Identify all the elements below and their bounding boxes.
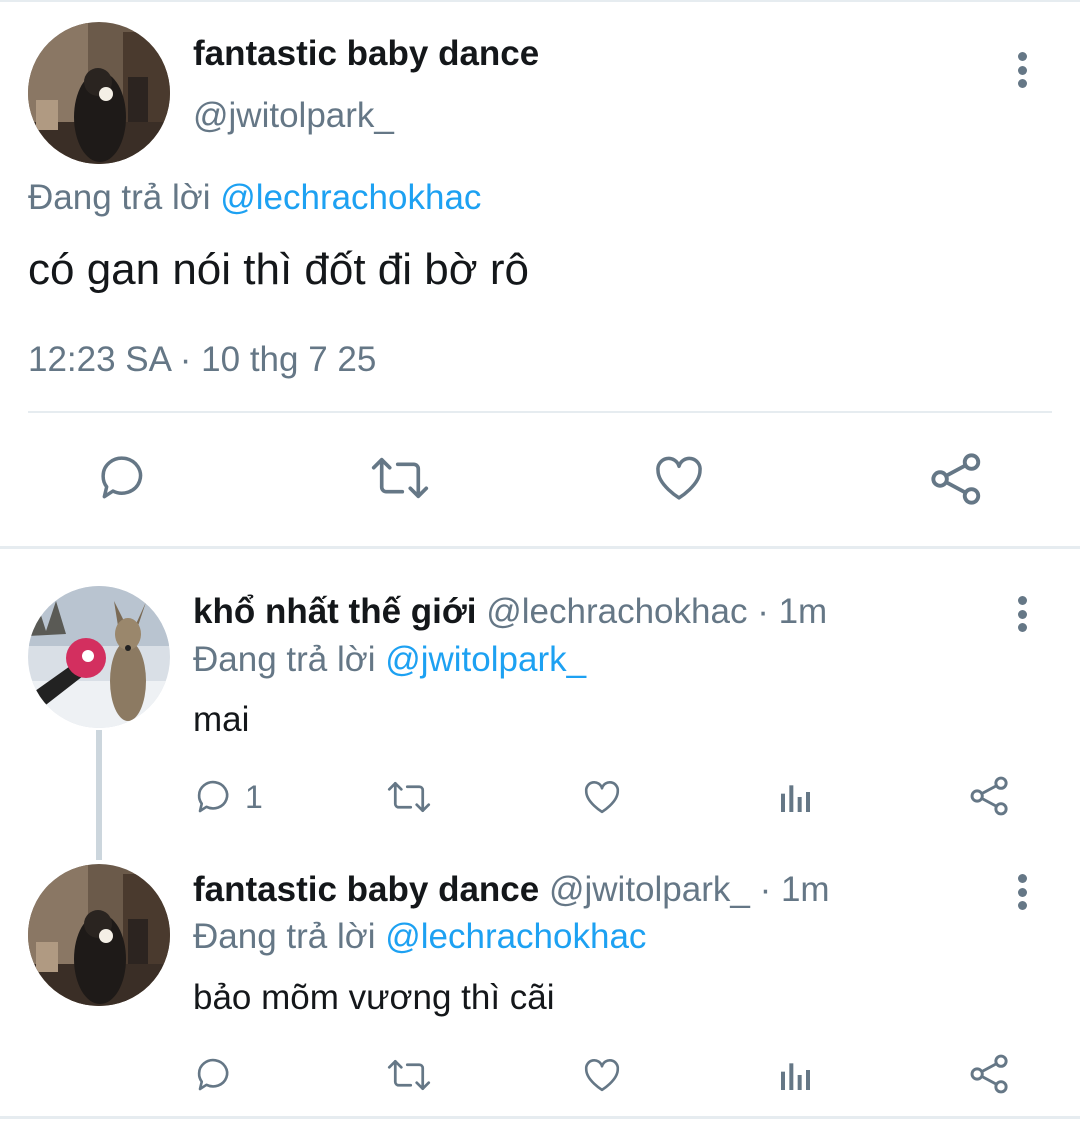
share-button[interactable]	[928, 450, 986, 508]
reply-button[interactable]	[193, 1054, 245, 1096]
main-tweet: fantastic baby dance @jwitolpark_ Đang t…	[0, 0, 1080, 548]
display-name[interactable]: fantastic baby dance	[193, 870, 539, 909]
separator-dot: ·	[757, 592, 769, 631]
replying-prefix: Đang trả lời	[193, 917, 376, 956]
replying-to-line: Đang trả lời @lechrachokhac	[193, 917, 646, 957]
time-ago[interactable]: 1m	[781, 870, 830, 909]
replying-to-mention[interactable]: @jwitolpark_	[385, 640, 586, 679]
like-button[interactable]	[650, 450, 708, 506]
reply-header: fantastic baby dance @jwitolpark_ · 1m	[193, 870, 830, 910]
views-button[interactable]	[776, 1054, 816, 1096]
tweet-timestamp[interactable]: 12:23 SA · 10 thg 7 25	[28, 340, 376, 380]
views-button[interactable]	[776, 776, 816, 818]
retweet-button[interactable]	[385, 776, 433, 818]
display-name[interactable]: fantastic baby dance	[193, 34, 539, 74]
avatar[interactable]	[28, 586, 170, 728]
avatar[interactable]	[28, 22, 170, 164]
replying-to-line: Đang trả lời @lechrachokhac	[28, 178, 481, 218]
heart-icon	[656, 456, 702, 500]
replying-to-mention[interactable]: @lechrachokhac	[220, 178, 481, 217]
reply-button[interactable]: 1	[193, 776, 263, 818]
bar-chart-icon	[781, 1063, 810, 1090]
heart-icon	[584, 781, 620, 814]
speech-bubble-icon	[197, 1058, 229, 1091]
thread-connector	[96, 730, 102, 860]
share-icon	[970, 776, 1008, 816]
tweet-text: bảo mõm vương thì cãi	[193, 978, 555, 1017]
share-button[interactable]	[968, 774, 1012, 818]
share-icon	[931, 453, 981, 505]
speech-bubble-icon	[101, 456, 143, 499]
reply-button[interactable]	[95, 450, 151, 506]
retweet-icon	[387, 781, 431, 813]
retweet-icon	[387, 1059, 431, 1091]
replying-to-line: Đang trả lời @jwitolpark_	[193, 640, 586, 680]
share-button[interactable]	[968, 1052, 1012, 1096]
like-button[interactable]	[580, 1054, 624, 1096]
heart-icon	[584, 1059, 620, 1092]
more-options-icon[interactable]	[1007, 48, 1037, 92]
more-options-icon[interactable]	[1007, 592, 1037, 636]
retweet-button[interactable]	[385, 1054, 433, 1096]
user-handle[interactable]: @jwitolpark_	[193, 96, 394, 136]
retweet-icon	[371, 457, 429, 499]
speech-bubble-icon	[197, 780, 229, 813]
replying-to-mention[interactable]: @lechrachokhac	[385, 917, 646, 956]
user-handle[interactable]: @jwitolpark_	[549, 870, 750, 909]
reply-count: 1	[245, 778, 263, 815]
tweet-text: có gan nói thì đốt đi bờ rô	[28, 245, 529, 294]
avatar[interactable]	[28, 864, 170, 1006]
replying-prefix: Đang trả lời	[28, 178, 211, 217]
section-separator	[0, 546, 1080, 549]
tweet-text: mai	[193, 700, 250, 739]
time-ago[interactable]: 1m	[779, 592, 828, 631]
user-handle[interactable]: @lechrachokhac	[486, 592, 747, 631]
retweet-button[interactable]	[368, 450, 432, 506]
divider	[28, 411, 1052, 413]
replying-prefix: Đang trả lời	[193, 640, 376, 679]
separator-dot: ·	[759, 870, 772, 909]
reply-header: khổ nhất thế giới @lechrachokhac · 1m	[193, 592, 827, 632]
bar-chart-icon	[781, 785, 810, 812]
like-button[interactable]	[580, 776, 624, 818]
more-options-icon[interactable]	[1007, 870, 1037, 914]
bottom-separator	[0, 1116, 1080, 1119]
display-name[interactable]: khổ nhất thế giới	[193, 592, 477, 631]
share-icon	[970, 1054, 1008, 1094]
